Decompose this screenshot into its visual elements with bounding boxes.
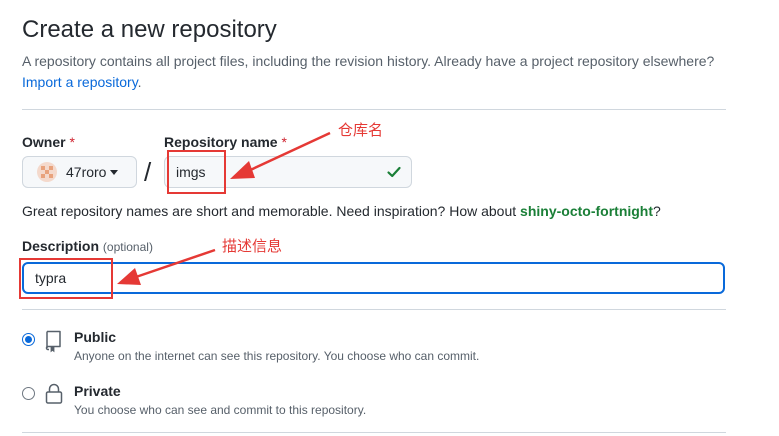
description-arrow [132, 248, 216, 280]
annotation-arrows [117, 131, 331, 285]
description-arrowhead [117, 268, 141, 285]
repo-name-arrowhead [230, 161, 255, 179]
repo-name-arrow [245, 131, 331, 174]
